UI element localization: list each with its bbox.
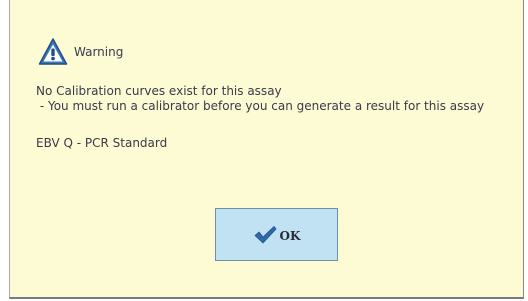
assay-name: EBV Q - PCR Standard — [36, 136, 168, 150]
message-line-2: - You must run a calibrator before you c… — [36, 99, 485, 113]
checkmark-icon — [253, 225, 277, 245]
message-line-1: No Calibration curves exist for this ass… — [36, 84, 282, 98]
ok-button[interactable]: OK — [215, 208, 338, 261]
warning-icon — [38, 37, 68, 67]
warning-message: No Calibration curves exist for this ass… — [36, 84, 484, 114]
ok-label: OK — [279, 228, 301, 243]
dialog-title: Warning — [74, 45, 124, 59]
warning-dialog: Warning No Calibration curves exist for … — [9, 0, 524, 299]
dialog-header: Warning — [38, 36, 123, 68]
